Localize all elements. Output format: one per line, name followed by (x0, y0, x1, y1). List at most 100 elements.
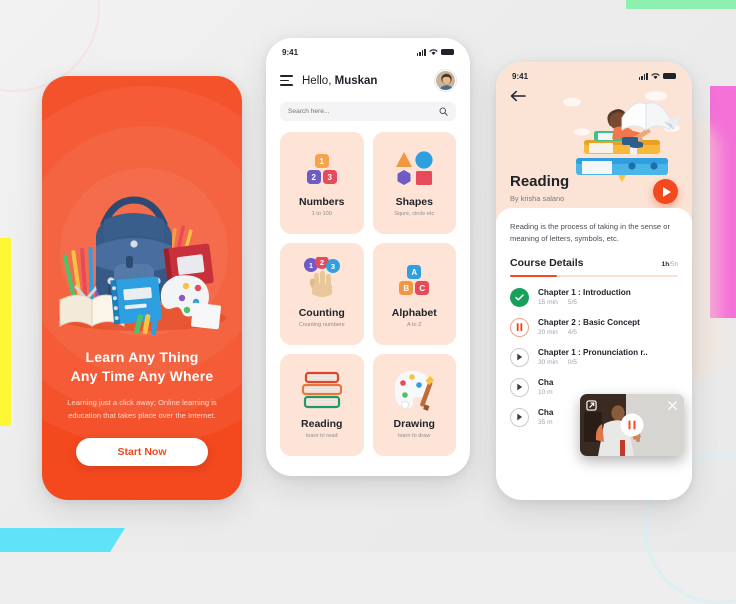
course-hero: 9:41 Reading By krisha salano (496, 62, 692, 220)
category-card-drawing[interactable]: Drawing learn to draw (372, 354, 456, 456)
category-card-alphabet[interactable]: A B C Alphabet A to Z (372, 243, 456, 345)
greeting: Hello, Muskan (302, 75, 426, 87)
wifi-icon (429, 48, 438, 55)
letter-blocks-icon: A B C (399, 256, 430, 304)
category-subtitle: Squre, circle etc (394, 211, 435, 217)
category-subtitle: learn to read (306, 433, 338, 439)
block-c: C (415, 281, 430, 295)
course-author: By krisha salano (510, 194, 565, 203)
chapter-row[interactable]: Chapter 2 : Basic Concept 20 min 4/5 (510, 317, 678, 337)
svg-text:1: 1 (309, 261, 313, 270)
home-header: Hello, Muskan (266, 60, 470, 91)
decor-cyan-shape (0, 528, 125, 552)
greeting-prefix: Hello, (302, 74, 335, 87)
category-card-numbers[interactable]: 1 2 3 Numbers 1 to 100 (280, 132, 364, 234)
category-subtitle: learn to draw (398, 433, 431, 439)
chapter-duration: 15 min (538, 299, 558, 307)
close-icon[interactable] (667, 400, 678, 411)
decor-green-bar (626, 0, 736, 9)
chapter-lessons: 4/5 (567, 329, 577, 337)
play-icon[interactable] (510, 407, 529, 427)
hand-counting-icon: 1 2 3 (300, 256, 344, 304)
stacked-books-icon (299, 367, 345, 415)
picture-in-picture-video[interactable] (580, 394, 684, 456)
picture-in-picture-expand-icon[interactable] (586, 400, 597, 411)
start-now-button[interactable]: Start Now (76, 438, 208, 466)
pause-icon[interactable] (620, 413, 644, 437)
category-title: Shapes (395, 196, 433, 208)
chapter-name: Cha (538, 407, 554, 417)
home-screen: 9:41 Hello, Muskan Search here... 1 2 3 … (266, 38, 470, 476)
onboarding-title-line2: Any Time Any Where (70, 368, 214, 384)
category-title: Numbers (298, 196, 345, 208)
paint-palette-brush-icon (391, 367, 437, 415)
play-icon[interactable] (510, 347, 529, 367)
onboarding-title-line1: Learn Any Thing (85, 349, 199, 365)
signal-icon (638, 72, 648, 80)
category-grid: 1 2 3 Numbers 1 to 100 Shapes Squre, cir… (280, 132, 456, 456)
back-arrow-icon[interactable] (510, 90, 526, 102)
search-input[interactable] (288, 108, 439, 115)
course-details-label: Course Details (510, 257, 584, 269)
svg-text:3: 3 (331, 262, 335, 271)
progress-done: 1h (661, 261, 670, 268)
progress-total: /5h (669, 261, 678, 268)
category-title: Counting (298, 307, 345, 319)
pause-icon[interactable] (510, 317, 529, 337)
block-2: 2 (306, 170, 321, 184)
category-subtitle: A to Z (406, 322, 422, 328)
play-icon[interactable] (510, 377, 529, 397)
category-card-shapes[interactable]: Shapes Squre, circle etc (372, 132, 456, 234)
chapter-row[interactable]: Chapter 1 : Introduction 15 min 5/5 (510, 287, 678, 307)
chapter-name: Chapter 1 : Introduction (538, 287, 631, 297)
course-title: Reading (510, 173, 570, 190)
status-bar: 9:41 (266, 38, 470, 60)
category-title: Alphabet (391, 307, 437, 319)
chapter-lessons: 0/5 (567, 359, 577, 367)
category-card-reading[interactable]: Reading learn to read (280, 354, 364, 456)
chapter-duration: 20 min (538, 329, 558, 337)
geometric-shapes-icon (394, 145, 434, 193)
canvas-background: Learn Any Thing Any Time Any Where Learn… (0, 0, 736, 604)
svg-text:2: 2 (320, 258, 324, 267)
onboarding-screen: Learn Any Thing Any Time Any Where Learn… (42, 76, 242, 500)
course-detail-screen: 9:41 Reading By krisha salano Reading is… (496, 62, 692, 500)
progress-rule (510, 275, 678, 277)
chapter-row[interactable]: Chapter 1 : Pronunciation r.. 30 min 0/5 (510, 347, 678, 367)
category-card-counting[interactable]: 1 2 3 Counting Counting numbers (280, 243, 364, 345)
category-subtitle: 1 to 100 (311, 211, 332, 217)
school-supplies-illustration (58, 196, 226, 336)
chapter-duration: 10 m (538, 389, 553, 397)
search-bar[interactable] (280, 102, 456, 121)
block-3: 3 (322, 170, 337, 184)
chapter-lessons: 5/5 (567, 299, 577, 307)
course-details-header: Course Details 1h/5h (510, 257, 678, 269)
number-blocks-icon: 1 2 3 (306, 145, 337, 193)
search-icon[interactable] (439, 107, 448, 116)
course-progress: 1h/5h (662, 261, 678, 268)
chapter-duration: 35 m (538, 419, 553, 427)
child-reading-illustration (563, 91, 680, 182)
chapter-name: Cha (538, 377, 554, 387)
chapter-duration: 30 min (538, 359, 558, 367)
greeting-name: Muskan (334, 74, 378, 87)
block-b: B (399, 281, 414, 295)
user-avatar[interactable] (435, 70, 456, 91)
category-title: Reading (301, 418, 343, 430)
play-course-button[interactable] (653, 179, 678, 204)
decor-yellow-rect (0, 238, 11, 426)
course-content-sheet: Reading is the process of taking in the … (496, 208, 692, 500)
onboarding-subtitle: Learning just a click away; Online learn… (67, 398, 217, 420)
status-bar: 9:41 (496, 62, 692, 84)
battery-icon (663, 72, 676, 80)
category-title: Drawing (393, 418, 435, 430)
chapter-name: Chapter 1 : Pronunciation r.. (538, 347, 648, 357)
signal-icon (416, 48, 426, 56)
block-a: A (407, 265, 422, 279)
chapter-name: Chapter 2 : Basic Concept (538, 317, 640, 327)
status-time: 9:41 (282, 47, 299, 57)
category-subtitle: Counting numbers (298, 322, 345, 328)
check-icon (510, 287, 529, 307)
hamburger-menu-icon[interactable] (280, 75, 293, 86)
course-description: Reading is the process of taking in the … (510, 222, 670, 243)
